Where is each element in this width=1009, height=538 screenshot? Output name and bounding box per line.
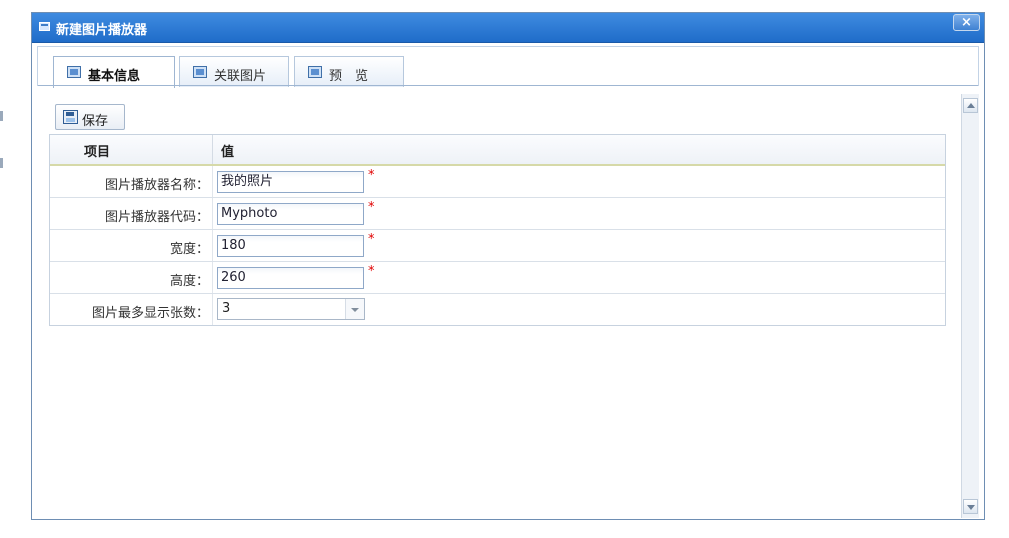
required-mark: * (368, 168, 375, 183)
tab-basic-info[interactable]: 基本信息 (53, 56, 175, 88)
table-row: 图片最多显示张数： 3 (50, 294, 945, 326)
row-label: 图片播放器代码： (104, 210, 209, 225)
row-divider (212, 198, 213, 229)
tab-preview[interactable]: 预 览 (294, 56, 404, 87)
edge-tick (0, 111, 3, 121)
table-row: 图片播放器代码： Myphoto * (50, 198, 945, 230)
grid-header: 项目 值 (50, 135, 945, 166)
width-input[interactable]: 180 (217, 235, 364, 257)
tab-label: 关联图片 (214, 69, 267, 84)
property-grid: 项目 值 图片播放器名称： 我的照片 * 图片播放器代码： Myphoto * … (49, 134, 946, 326)
row-label: 高度： (169, 274, 209, 289)
row-divider (212, 230, 213, 261)
background-page-edge (0, 0, 30, 538)
max-images-select[interactable]: 3 (217, 298, 365, 320)
scroll-down-icon[interactable] (963, 499, 978, 514)
vertical-scrollbar[interactable] (961, 94, 979, 518)
row-divider (212, 294, 213, 325)
window-title: 新建图片播放器 (56, 23, 148, 38)
chevron-down-icon[interactable] (345, 299, 364, 319)
save-label: 保存 (82, 114, 109, 129)
toolbar: 保存 (37, 88, 947, 132)
header-divider (212, 135, 213, 164)
table-row: 宽度： 180 * (50, 230, 945, 262)
row-divider (212, 166, 213, 197)
player-name-input[interactable]: 我的照片 (217, 171, 364, 193)
save-icon (63, 110, 78, 124)
header-value: 值 (221, 145, 235, 160)
image-link-icon (193, 66, 207, 78)
tab-linked-images[interactable]: 关联图片 (179, 56, 289, 87)
preview-icon (308, 66, 322, 78)
table-row: 图片播放器名称： 我的照片 * (50, 166, 945, 198)
save-button[interactable]: 保存 (55, 104, 125, 130)
edge-tick (0, 158, 3, 168)
required-mark: * (368, 264, 375, 279)
tab-strip: 基本信息 关联图片 预 览 (37, 46, 979, 88)
tab-label: 预 览 (329, 69, 369, 84)
required-mark: * (368, 200, 375, 215)
window-icon (39, 22, 50, 31)
table-row: 高度： 260 * (50, 262, 945, 294)
player-code-input[interactable]: Myphoto (217, 203, 364, 225)
dialog-window: 新建图片播放器 × 基本信息 关联图片 预 览 保存 项目 值 图片播放器名称：… (31, 12, 985, 520)
row-divider (212, 262, 213, 293)
title-bar[interactable]: 新建图片播放器 × (32, 13, 984, 43)
select-value: 3 (222, 301, 231, 316)
tab-label: 基本信息 (88, 69, 141, 84)
height-input[interactable]: 260 (217, 267, 364, 289)
header-item: 项目 (84, 145, 111, 160)
tab-baseline (38, 85, 978, 86)
row-label: 图片播放器名称： (104, 178, 209, 193)
row-label: 图片最多显示张数： (91, 306, 209, 321)
required-mark: * (368, 232, 375, 247)
row-label: 宽度： (169, 242, 209, 257)
scroll-up-icon[interactable] (963, 98, 978, 113)
close-button[interactable]: × (953, 14, 980, 31)
form-icon (67, 66, 81, 78)
